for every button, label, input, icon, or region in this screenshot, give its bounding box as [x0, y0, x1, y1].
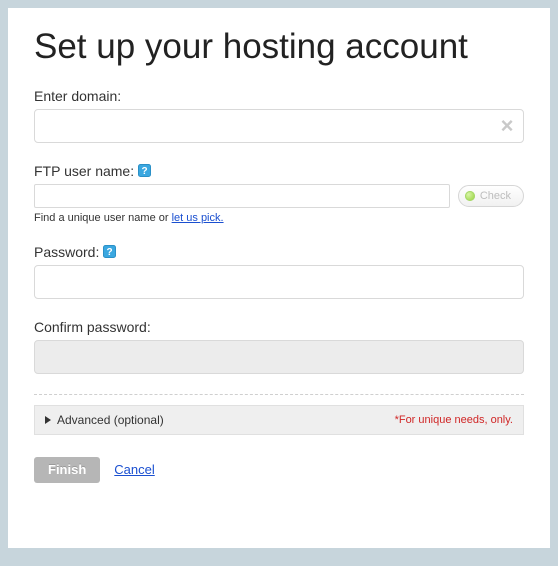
help-icon[interactable]: ?	[138, 164, 151, 177]
ftp-username-input[interactable]	[34, 184, 450, 208]
ftp-label: FTP user name:	[34, 163, 134, 179]
clear-icon[interactable]: ×	[496, 115, 518, 137]
setup-card: Set up your hosting account Enter domain…	[8, 8, 550, 548]
domain-input[interactable]	[34, 109, 524, 143]
actions-row: Finish Cancel	[34, 457, 524, 483]
let-us-pick-link[interactable]: let us pick.	[172, 212, 224, 224]
check-button-label: Check	[480, 190, 511, 202]
confirm-password-input[interactable]	[34, 340, 524, 374]
password-field: Password: ?	[34, 244, 524, 299]
check-button[interactable]: Check	[458, 185, 524, 207]
page-title: Set up your hosting account	[34, 28, 524, 66]
ftp-hint-text: Find a unique user name or	[34, 212, 172, 224]
svg-text:?: ?	[142, 166, 148, 177]
domain-label: Enter domain:	[34, 88, 121, 104]
svg-text:?: ?	[107, 247, 113, 258]
help-icon[interactable]: ?	[103, 245, 116, 258]
finish-button[interactable]: Finish	[34, 457, 100, 483]
separator	[34, 394, 524, 395]
status-dot-icon	[465, 191, 475, 201]
ftp-field: FTP user name: ? Check Find a unique use…	[34, 163, 524, 224]
password-input[interactable]	[34, 265, 524, 299]
domain-field: Enter domain: ×	[34, 88, 524, 143]
advanced-toggle[interactable]: Advanced (optional) *For unique needs, o…	[34, 405, 524, 435]
confirm-password-label: Confirm password:	[34, 319, 151, 335]
cancel-link[interactable]: Cancel	[114, 462, 154, 477]
advanced-note: *For unique needs, only.	[395, 414, 513, 426]
password-label: Password:	[34, 244, 99, 260]
confirm-password-field: Confirm password:	[34, 319, 524, 374]
chevron-right-icon	[45, 416, 51, 424]
advanced-label: Advanced (optional)	[57, 413, 164, 427]
ftp-hint: Find a unique user name or let us pick.	[34, 212, 524, 224]
